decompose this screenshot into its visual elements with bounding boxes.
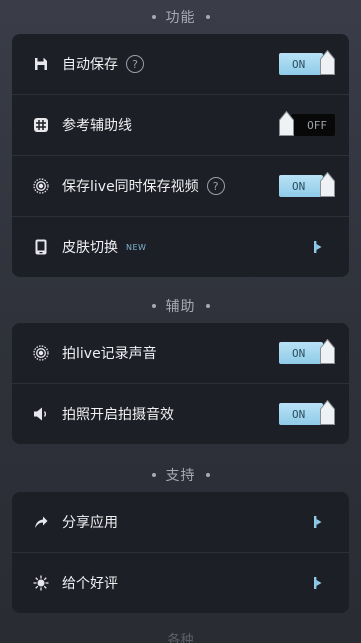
toggle-track: ON [279, 403, 323, 425]
save-live-toggle[interactable]: ON [279, 172, 335, 197]
row-autosave[interactable]: 自动保存 ? ON [12, 34, 349, 95]
dot-right [205, 15, 210, 19]
shutter-sound-toggle[interactable]: ON [279, 400, 335, 425]
features-card: 自动保存 ? ON 参考辅助线 OFF 保存live同时保存视频 ? ON 皮肤… [12, 34, 349, 277]
toggle-knob [320, 50, 335, 75]
toggle-track: OFF [291, 114, 335, 136]
help-icon[interactable]: ? [206, 177, 225, 195]
share-icon [32, 513, 50, 531]
chevron-right-icon[interactable] [303, 232, 333, 262]
save-live-label: 保存live同时保存视频 [62, 179, 199, 195]
dot-left [151, 15, 156, 19]
share-label: 分享应用 [62, 515, 118, 531]
row-skin[interactable]: 皮肤切换 NEW [12, 217, 349, 277]
dot-right [205, 304, 210, 308]
toggle-track: ON [279, 175, 323, 197]
toggle-knob [320, 339, 335, 364]
toggle-knob [320, 172, 335, 197]
section-title-next: 各种 [167, 633, 194, 643]
toggle-track: ON [279, 342, 323, 364]
live-audio-label: 拍live记录声音 [62, 346, 157, 362]
section-header-support: 支持 [0, 458, 361, 492]
dot-left [151, 304, 156, 308]
dot-right [205, 473, 210, 477]
shutter-sound-label: 拍照开启拍摄音效 [62, 407, 174, 423]
toggle-knob [320, 400, 335, 425]
section-title-assist: 辅助 [165, 299, 196, 315]
live-photo-icon [32, 177, 50, 195]
skin-label: 皮肤切换 [62, 240, 118, 256]
grid-icon [32, 116, 50, 134]
toggle-track: ON [279, 53, 323, 75]
row-share[interactable]: 分享应用 [12, 492, 349, 553]
assist-card: 拍live记录声音 ON 拍照开启拍摄音效 ON [12, 323, 349, 444]
autosave-label: 自动保存 [62, 57, 118, 73]
toggle-knob [279, 111, 294, 136]
next-section-header: 各种 [0, 629, 361, 643]
section-title-features: 功能 [165, 10, 196, 26]
row-guides[interactable]: 参考辅助线 OFF [12, 95, 349, 156]
help-icon[interactable]: ? [126, 55, 144, 73]
phone-icon [32, 238, 50, 256]
row-shutter-sound[interactable]: 拍照开启拍摄音效 ON [12, 384, 349, 444]
row-save-live[interactable]: 保存live同时保存视频 ? ON [12, 156, 349, 217]
live-audio-toggle[interactable]: ON [279, 339, 335, 364]
section-header-features: 功能 [0, 0, 361, 34]
guides-toggle[interactable]: OFF [279, 111, 335, 136]
autosave-toggle[interactable]: ON [279, 50, 335, 75]
speaker-icon [32, 405, 50, 423]
sparkle-icon [32, 574, 50, 592]
chevron-right-icon[interactable] [303, 568, 333, 598]
live-photo-icon [32, 344, 50, 362]
dot-left [151, 473, 156, 477]
row-live-audio[interactable]: 拍live记录声音 ON [12, 323, 349, 384]
row-rate[interactable]: 给个好评 [12, 553, 349, 613]
support-card: 分享应用 给个好评 [12, 492, 349, 613]
guides-label: 参考辅助线 [62, 118, 132, 134]
section-title-support: 支持 [165, 468, 196, 484]
rate-label: 给个好评 [62, 576, 118, 592]
chevron-right-icon[interactable] [303, 507, 333, 537]
save-icon [32, 55, 50, 73]
section-header-assist: 辅助 [0, 289, 361, 323]
new-badge: NEW [126, 242, 147, 252]
